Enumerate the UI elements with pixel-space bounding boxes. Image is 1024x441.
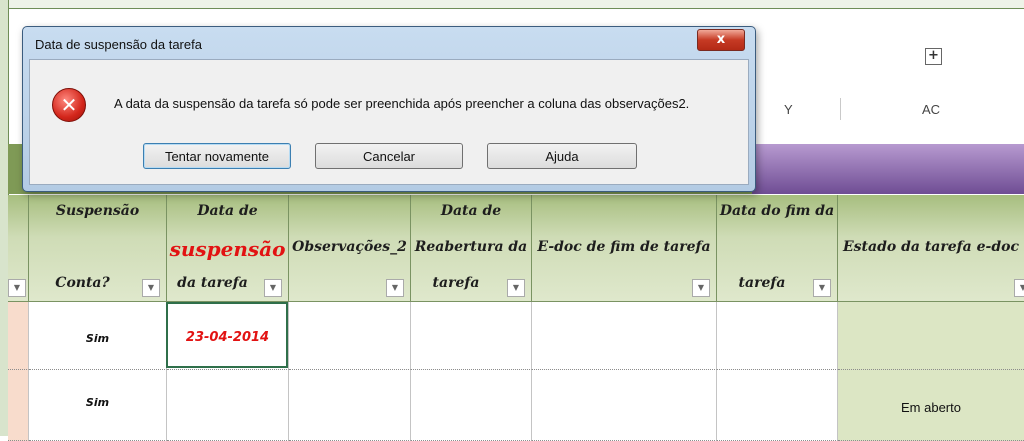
header-data-suspensao: Data de suspensão da tarefa ▼ (167, 195, 289, 301)
header-text: Reabertura da (414, 239, 528, 255)
table-cell[interactable] (532, 370, 717, 441)
header-text: Data de (197, 203, 258, 219)
filter-dropdown-icon[interactable]: ▼ (386, 279, 404, 297)
column-letter-ac[interactable]: AC (922, 102, 940, 117)
filter-dropdown-icon[interactable]: ▼ (142, 279, 160, 297)
close-button[interactable]: x (697, 29, 745, 51)
table-cell[interactable] (838, 302, 1024, 370)
table-cell[interactable] (289, 302, 411, 370)
header-band-purple (752, 144, 1024, 194)
header-edoc-fim: E-doc de fim de tarefa ▼ (532, 195, 717, 301)
header-text-highlight: suspensão (169, 237, 286, 261)
close-icon: x (716, 32, 726, 47)
cell-text: Sim (85, 332, 110, 345)
header-observacoes: Observações_2 ▼ (289, 195, 411, 301)
column-letter-y[interactable]: Y (784, 102, 793, 117)
header-cell-left: ▼ (8, 195, 29, 301)
table-cell[interactable] (532, 302, 717, 370)
error-x-icon: ✕ (52, 88, 86, 122)
sheet-frame-top (0, 0, 1024, 9)
header-data-reabertura: Data de Reabertura da tarefa ▼ (411, 195, 532, 301)
dialog-title: Data de suspensão da tarefa (35, 37, 202, 52)
table-cell[interactable] (8, 302, 29, 370)
table-cell[interactable] (411, 302, 532, 370)
header-text: Suspensão (55, 203, 140, 219)
column-separator (840, 98, 841, 120)
table-cell[interactable] (289, 370, 411, 441)
table-cell[interactable] (411, 370, 532, 441)
filter-dropdown-icon[interactable]: ▼ (507, 279, 525, 297)
table-cell[interactable] (717, 370, 838, 441)
table-cell[interactable] (8, 370, 29, 441)
filter-dropdown-icon[interactable]: ▼ (692, 279, 710, 297)
error-dialog: Data de suspensão da tarefa x ✕ A data d… (22, 26, 756, 192)
filter-dropdown-icon[interactable]: ▼ (8, 279, 26, 297)
selected-cell-outline (166, 302, 288, 368)
header-text: Data de (440, 203, 502, 219)
header-suspensao-conta: Suspensão Conta? ▼ (29, 195, 167, 301)
retry-button[interactable]: Tentar novamente (143, 143, 291, 169)
header-text: Data do fim da (719, 203, 835, 219)
group-expand-button[interactable]: + (925, 48, 942, 65)
filter-dropdown-icon[interactable]: ▼ (1014, 279, 1024, 297)
header-estado: Estado da tarefa e-doc ▼ (838, 195, 1024, 301)
cell-text: Em aberto (901, 400, 961, 415)
cell-text: Sim (85, 396, 110, 409)
header-text: E-doc de fim de tarefa (537, 239, 711, 255)
filter-dropdown-icon[interactable]: ▼ (264, 279, 282, 297)
filter-dropdown-icon[interactable]: ▼ (813, 279, 831, 297)
table-cell[interactable]: Em aberto (838, 370, 1024, 441)
dialog-message: A data da suspensão da tarefa só pode se… (114, 96, 690, 111)
header-text: Observações_2 (292, 239, 407, 255)
header-text: Estado da tarefa e-doc (843, 239, 1019, 255)
header-data-fim: Data do fim da tarefa ▼ (717, 195, 838, 301)
cancel-button[interactable]: Cancelar (315, 143, 463, 169)
table-cell[interactable]: Sim (29, 302, 167, 370)
table-cell[interactable] (167, 370, 289, 441)
table-cell[interactable] (717, 302, 838, 370)
table-cell[interactable]: Sim (29, 370, 167, 441)
help-button[interactable]: Ajuda (487, 143, 637, 169)
